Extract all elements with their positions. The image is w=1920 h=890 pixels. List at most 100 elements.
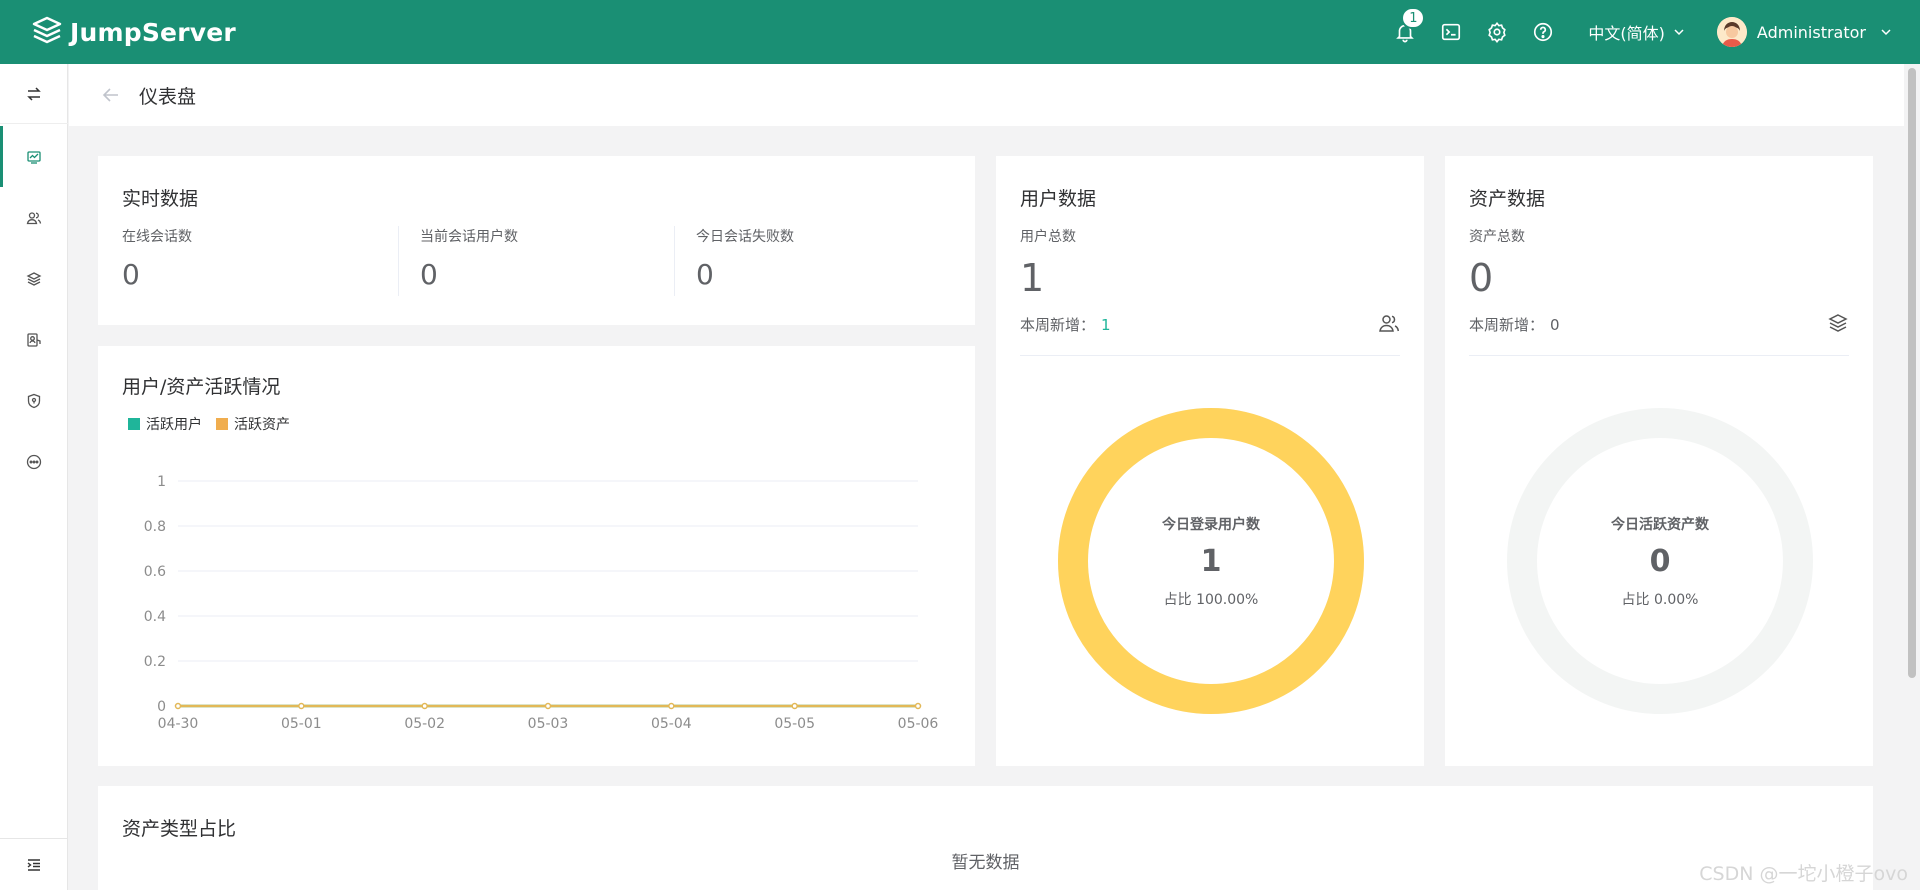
metric-label: 当前会话用户数 xyxy=(420,229,518,245)
page-title: 仪表盘 xyxy=(139,85,197,108)
data-point xyxy=(421,702,428,710)
metric-value: 0 xyxy=(122,258,140,291)
x-tick-label: 05-06 xyxy=(898,716,939,732)
data-point xyxy=(298,702,305,710)
asset-data-title: 资产数据 xyxy=(1469,188,1546,210)
y-tick-label: 0.4 xyxy=(144,609,166,625)
help-icon[interactable] xyxy=(1531,20,1555,44)
week-label: 本周新增： xyxy=(1469,316,1545,334)
realtime-title: 实时数据 xyxy=(122,188,199,210)
week-value: 1 xyxy=(1101,316,1111,334)
back-arrow-icon[interactable] xyxy=(101,85,121,105)
week-value: 0 xyxy=(1550,316,1560,334)
asset-data-card: 资产数据 资产总数 0 本周新增： 0 今日活跃资产数 0 占比 0.00% xyxy=(1445,156,1873,766)
sidebar-item-dashboard[interactable] xyxy=(0,126,68,187)
donut-label: 今日登录用户数 xyxy=(1162,516,1260,533)
metric-failed-sessions: 今日会话失败数 0 xyxy=(696,226,794,291)
activity-line-chart: 0 0.2 0.4 0.6 0.8 1 04-30 05-01 05-02 05-03 05-04 0… xyxy=(144,474,939,732)
data-point xyxy=(174,702,182,710)
gear-icon[interactable] xyxy=(1485,20,1509,44)
x-tick-label: 05-01 xyxy=(281,716,322,732)
donut-percentage: 占比 0.00% xyxy=(1621,591,1699,608)
y-tick-label: 1 xyxy=(157,474,166,490)
scrollbar[interactable] xyxy=(1908,68,1916,678)
metric-online-sessions: 在线会话数 0 xyxy=(122,226,192,291)
user-data-title: 用户数据 xyxy=(1020,188,1097,210)
metric-session-users: 当前会话用户数 0 xyxy=(420,226,518,291)
shield-icon xyxy=(27,393,41,408)
avatar xyxy=(1716,17,1747,47)
week-label: 本周新增： xyxy=(1020,316,1096,334)
metric-value: 0 xyxy=(420,258,438,291)
sidebar-item-audit[interactable] xyxy=(0,370,68,431)
metric-value: 0 xyxy=(696,258,714,291)
donut-value: 0 xyxy=(1649,543,1671,579)
layers-icon xyxy=(1828,314,1848,332)
asset-type-card: 资产类型占比 暂无数据 xyxy=(98,786,1873,890)
metric-label: 今日会话失败数 xyxy=(696,229,794,245)
assets-icon xyxy=(26,271,42,286)
data-point xyxy=(791,702,798,710)
perms-icon xyxy=(27,332,41,347)
empty-state: 暂无数据 xyxy=(951,853,1020,873)
top-bar: JumpServer 1 中文(简体) Administrator xyxy=(0,0,1920,64)
x-tick-label: 05-05 xyxy=(774,716,815,732)
donut-center: 今日登录用户数 1 占比 100.00% xyxy=(1056,406,1366,716)
watermark: CSDN @一坨小橙子ovo xyxy=(1699,863,1908,885)
sidebar-item-users[interactable] xyxy=(0,187,68,248)
asset-active-donut: 今日活跃资产数 0 占比 0.00% xyxy=(1505,406,1815,716)
activity-card: 用户/资产活跃情况 活跃用户 活跃资产 0 0.2 0.4 0.6 0.8 1 04-30 0… xyxy=(98,346,975,766)
divider xyxy=(674,226,675,296)
more-icon xyxy=(26,454,42,469)
x-tick-label: 04-30 xyxy=(158,716,199,732)
page-header: 仪表盘 xyxy=(69,64,1904,126)
asset-type-title: 资产类型占比 xyxy=(122,818,237,840)
asset-week-row: 本周新增： 0 xyxy=(1469,314,1560,335)
dashboard-icon xyxy=(27,150,41,164)
jumpserver-logo-icon xyxy=(32,16,62,44)
data-point xyxy=(544,702,552,710)
user-data-card: 用户数据 用户总数 1 本周新增： 1 今日登录用户数 1 占比 100.00% xyxy=(996,156,1424,766)
y-tick-label: 0.6 xyxy=(144,564,166,580)
x-tick-label: 05-02 xyxy=(404,716,445,732)
x-tick-label: 05-03 xyxy=(528,716,569,732)
y-tick-label: 0 xyxy=(157,699,166,715)
data-point xyxy=(914,702,922,710)
metric-label: 在线会话数 xyxy=(122,229,192,245)
data-point xyxy=(668,702,675,710)
users-icon xyxy=(26,211,42,224)
x-tick-label: 05-04 xyxy=(651,716,692,732)
donut-label: 今日活跃资产数 xyxy=(1611,516,1709,533)
user-week-row: 本周新增： 1 xyxy=(1020,314,1111,335)
users-icon xyxy=(1379,315,1400,332)
user-login-donut: 今日登录用户数 1 占比 100.00% xyxy=(1056,406,1366,716)
donut-percentage: 占比 100.00% xyxy=(1163,591,1259,608)
divider xyxy=(1020,355,1400,356)
user-name: Administrator xyxy=(1756,22,1866,42)
sidebar-item-perms[interactable] xyxy=(0,309,68,370)
terminal-icon[interactable] xyxy=(1439,20,1463,44)
asset-total-label: 资产总数 xyxy=(1469,229,1525,245)
sidebar-item-more[interactable] xyxy=(0,431,68,492)
donut-center: 今日活跃资产数 0 占比 0.00% xyxy=(1505,406,1815,716)
y-tick-label: 0.2 xyxy=(144,654,166,670)
bell-icon[interactable]: 1 xyxy=(1393,7,1426,44)
language-selector[interactable]: 中文(简体) xyxy=(1588,20,1685,44)
collapse-sidebar-icon[interactable] xyxy=(0,838,68,890)
user-total-value: 1 xyxy=(1020,256,1045,300)
app-name: JumpServer xyxy=(70,17,236,47)
logo[interactable]: JumpServer xyxy=(30,15,236,49)
switch-view-icon[interactable] xyxy=(0,64,68,124)
chevron-down-icon xyxy=(1674,29,1684,36)
chevron-down-icon xyxy=(1881,29,1891,36)
realtime-card: 实时数据 在线会话数 0 当前会话用户数 0 今日会话失败数 0 xyxy=(98,156,975,325)
donut-value: 1 xyxy=(1200,543,1222,579)
user-menu[interactable]: Administrator xyxy=(1716,17,1892,47)
y-tick-label: 0.8 xyxy=(144,519,166,535)
divider xyxy=(1469,355,1849,356)
asset-total-value: 0 xyxy=(1469,256,1494,300)
sidebar-item-assets[interactable] xyxy=(0,248,68,309)
notification-badge: 1 xyxy=(1401,7,1426,29)
sidebar xyxy=(0,64,68,890)
divider xyxy=(398,226,399,296)
